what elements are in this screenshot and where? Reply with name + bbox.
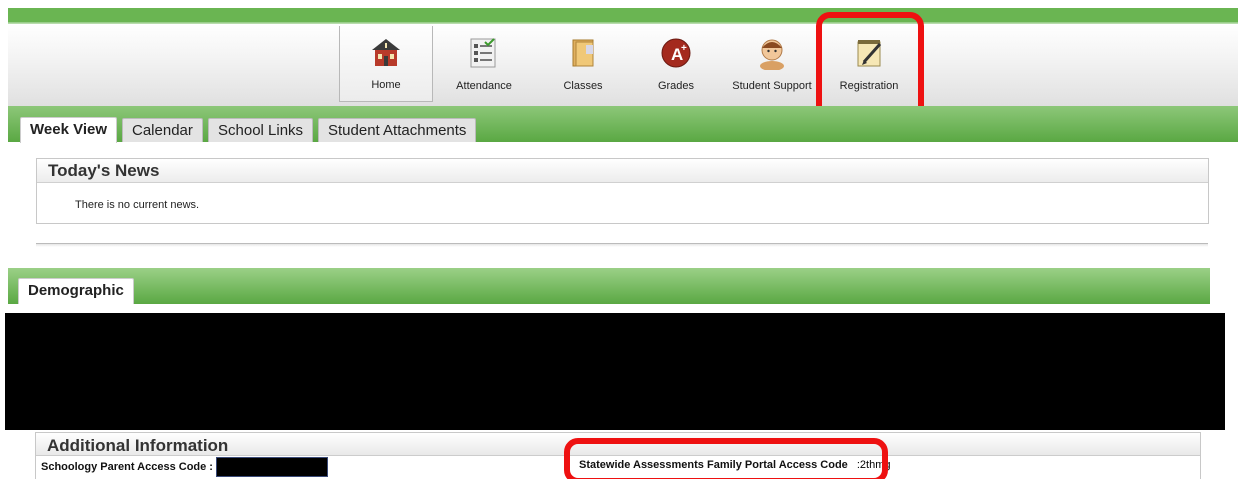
nav-classes[interactable]: Classes (543, 26, 623, 102)
right-edge-gap (1209, 142, 1238, 266)
redacted-schoology-code (216, 457, 329, 477)
access-code-highlight-box (564, 438, 888, 479)
demographic-tab-bar: Demographic (8, 268, 1210, 304)
schoolhouse-icon (372, 39, 400, 66)
nav-classes-label: Classes (563, 80, 603, 92)
svg-text:+: + (681, 43, 687, 54)
nav-home-label: Home (371, 79, 401, 91)
student-face-icon (760, 39, 784, 70)
schoology-code-row: Schoology Parent Access Code : (41, 457, 329, 477)
todays-news-title: Today's News (37, 159, 1208, 183)
tab-demographic[interactable]: Demographic (18, 278, 134, 304)
tab-calendar[interactable]: Calendar (122, 118, 203, 142)
schoology-code-label: Schoology Parent Access Code : (41, 460, 213, 473)
nav-attendance[interactable]: Attendance (441, 26, 527, 102)
tab-week-view[interactable]: Week View (20, 117, 117, 143)
redacted-demographic-info (5, 313, 1225, 430)
todays-news-panel: Today's News (36, 158, 1209, 224)
nav-home[interactable]: Home (339, 26, 433, 102)
grade-a-plus-icon: A + (661, 38, 691, 68)
nav-student-support-label: Student Support (732, 80, 812, 92)
nav-grades[interactable]: A + Grades (636, 26, 716, 102)
news-message: There is no current news. (75, 199, 200, 211)
tab-school-links[interactable]: School Links (208, 118, 314, 142)
tab-student-attachments[interactable]: Student Attachments (318, 118, 477, 142)
main-nav-bar: Home Attendance Classes A + Grades Stude… (8, 24, 1238, 106)
nav-grades-label: Grades (657, 80, 695, 92)
view-tab-bar: Week View Calendar School Links Student … (8, 106, 1238, 143)
nav-student-support[interactable]: Student Support (720, 26, 824, 102)
section-divider (36, 243, 1208, 247)
nav-attendance-label: Attendance (456, 80, 512, 92)
checklist-icon (470, 38, 496, 68)
books-icon (572, 39, 594, 67)
